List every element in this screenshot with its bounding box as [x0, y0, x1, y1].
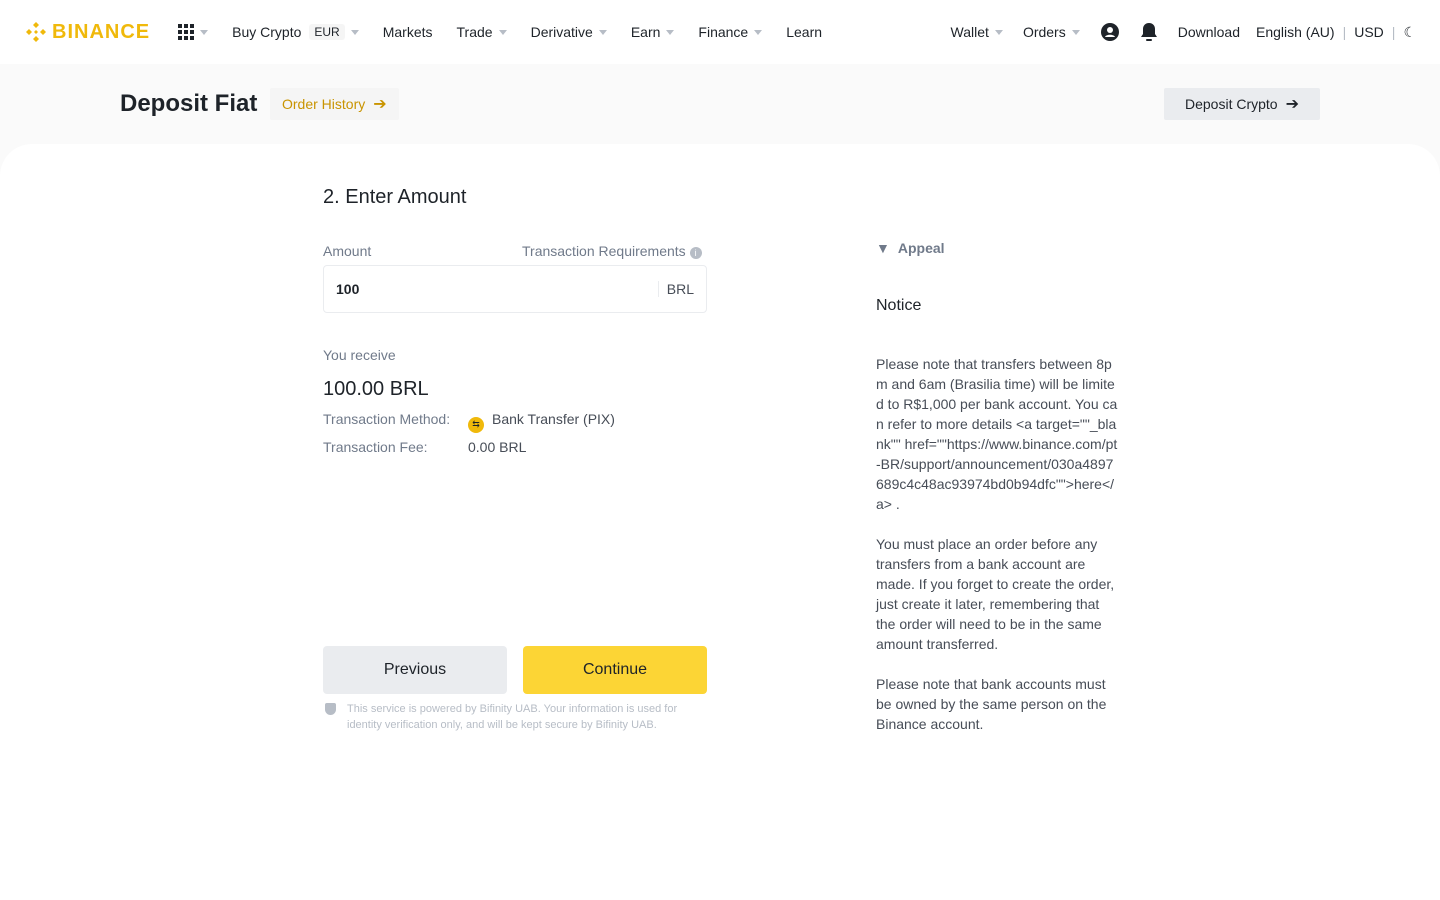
- deposit-card: 2. Enter Amount Amount Transaction Requi…: [0, 144, 1440, 900]
- nav-wallet[interactable]: Wallet: [951, 24, 1003, 40]
- top-nav: BINANCE Buy Crypto EUR Markets Trade Deri…: [0, 0, 1440, 64]
- nav-markets[interactable]: Markets: [383, 24, 433, 40]
- divider: |: [1342, 24, 1347, 40]
- nav-download[interactable]: Download: [1178, 24, 1240, 40]
- previous-button[interactable]: Previous: [323, 646, 507, 694]
- transfer-icon: ⇆: [468, 416, 484, 433]
- bell-icon[interactable]: [1140, 22, 1158, 42]
- moon-icon[interactable]: ☾: [1403, 24, 1416, 41]
- grid-icon: [178, 24, 195, 40]
- button-label: Order History: [282, 96, 366, 112]
- nav-finance[interactable]: Finance: [698, 24, 763, 40]
- arrow-right-icon: ➔: [373, 96, 387, 113]
- user-icon[interactable]: [1100, 22, 1120, 42]
- nav-label: Download: [1177, 24, 1240, 40]
- nav-label: Wallet: [950, 24, 989, 40]
- caret-down-icon: [498, 29, 507, 35]
- nav-derivative[interactable]: Derivative: [531, 24, 607, 40]
- amount-input[interactable]: [336, 281, 658, 297]
- method-value: ⇆ Bank Transfer (PIX): [468, 411, 615, 433]
- page-header: Deposit Fiat Order History ➔ Deposit Cryp…: [0, 64, 1440, 144]
- nav-trade[interactable]: Trade: [457, 24, 507, 40]
- nav-label: Derivative: [530, 24, 593, 40]
- apps-menu[interactable]: [178, 24, 209, 40]
- nav-orders[interactable]: Orders: [1023, 24, 1080, 40]
- button-label: Deposit Crypto: [1185, 96, 1278, 112]
- notice-paragraph: Please note that bank accounts must be o…: [876, 676, 1107, 732]
- page-title: Deposit Fiat: [120, 90, 258, 117]
- nav-label: Finance: [698, 24, 749, 40]
- divider: |: [1391, 24, 1396, 40]
- language-selector[interactable]: English (AU): [1256, 24, 1335, 40]
- nav-buy-crypto[interactable]: Buy Crypto EUR: [232, 24, 359, 40]
- method-label: Transaction Method:: [323, 411, 451, 427]
- currency-badge: EUR: [309, 24, 345, 40]
- transaction-requirements-link[interactable]: Transaction Requirements i: [522, 243, 702, 259]
- amount-currency: BRL: [657, 281, 694, 297]
- amount-label: Amount: [323, 243, 372, 259]
- receive-label: You receive: [323, 347, 396, 363]
- disclaimer: This service is powered by Bifinity UAB.…: [347, 703, 678, 731]
- nav-label: Buy Crypto: [232, 24, 302, 40]
- caret-down-icon: [200, 29, 209, 35]
- receive-value: 100.00 BRL: [323, 378, 429, 400]
- notice-paragraph: You must place an order before any trans…: [876, 536, 1115, 652]
- link-label: Transaction Requirements: [522, 243, 686, 259]
- method-text: Bank Transfer (PIX): [492, 411, 615, 427]
- caret-down-icon: [994, 29, 1003, 35]
- caret-down-icon: [754, 29, 763, 35]
- caret-down-icon: [666, 29, 675, 35]
- arrow-right-icon: ➔: [1285, 96, 1299, 113]
- step-title: 2. Enter Amount: [323, 186, 467, 208]
- deposit-crypto-button[interactable]: Deposit Crypto ➔: [1164, 88, 1320, 120]
- nav-label: Earn: [630, 24, 661, 40]
- appeal-icon: ▼: [876, 240, 890, 256]
- nav-label: Orders: [1022, 24, 1066, 40]
- continue-button[interactable]: Continue: [523, 646, 707, 694]
- currency-selector[interactable]: USD: [1354, 24, 1384, 40]
- nav-learn[interactable]: Learn: [786, 24, 822, 40]
- appeal-label: Appeal: [897, 240, 945, 256]
- fee-value: 0.00 BRL: [468, 439, 527, 455]
- notice-title: Notice: [876, 297, 922, 314]
- binance-logo-icon: [26, 22, 46, 42]
- appeal-link[interactable]: ▼ Appeal: [876, 240, 945, 256]
- binance-logo[interactable]: BINANCE: [24, 20, 150, 44]
- shield-icon: [325, 703, 336, 715]
- info-icon: i: [689, 247, 702, 259]
- nav-label: Learn: [786, 24, 823, 40]
- caret-down-icon: [350, 29, 359, 35]
- order-history-button[interactable]: Order History ➔: [270, 88, 399, 120]
- nav-earn[interactable]: Earn: [631, 24, 675, 40]
- nav-label: Markets: [382, 24, 433, 40]
- notice-paragraph: Please note that transfers between 8pm a…: [876, 356, 1118, 512]
- caret-down-icon: [1071, 29, 1080, 35]
- amount-field: BRL: [323, 265, 707, 313]
- fee-label: Transaction Fee:: [323, 439, 428, 455]
- caret-down-icon: [598, 29, 607, 35]
- brand-name: BINANCE: [52, 20, 151, 43]
- nav-label: Trade: [456, 24, 493, 40]
